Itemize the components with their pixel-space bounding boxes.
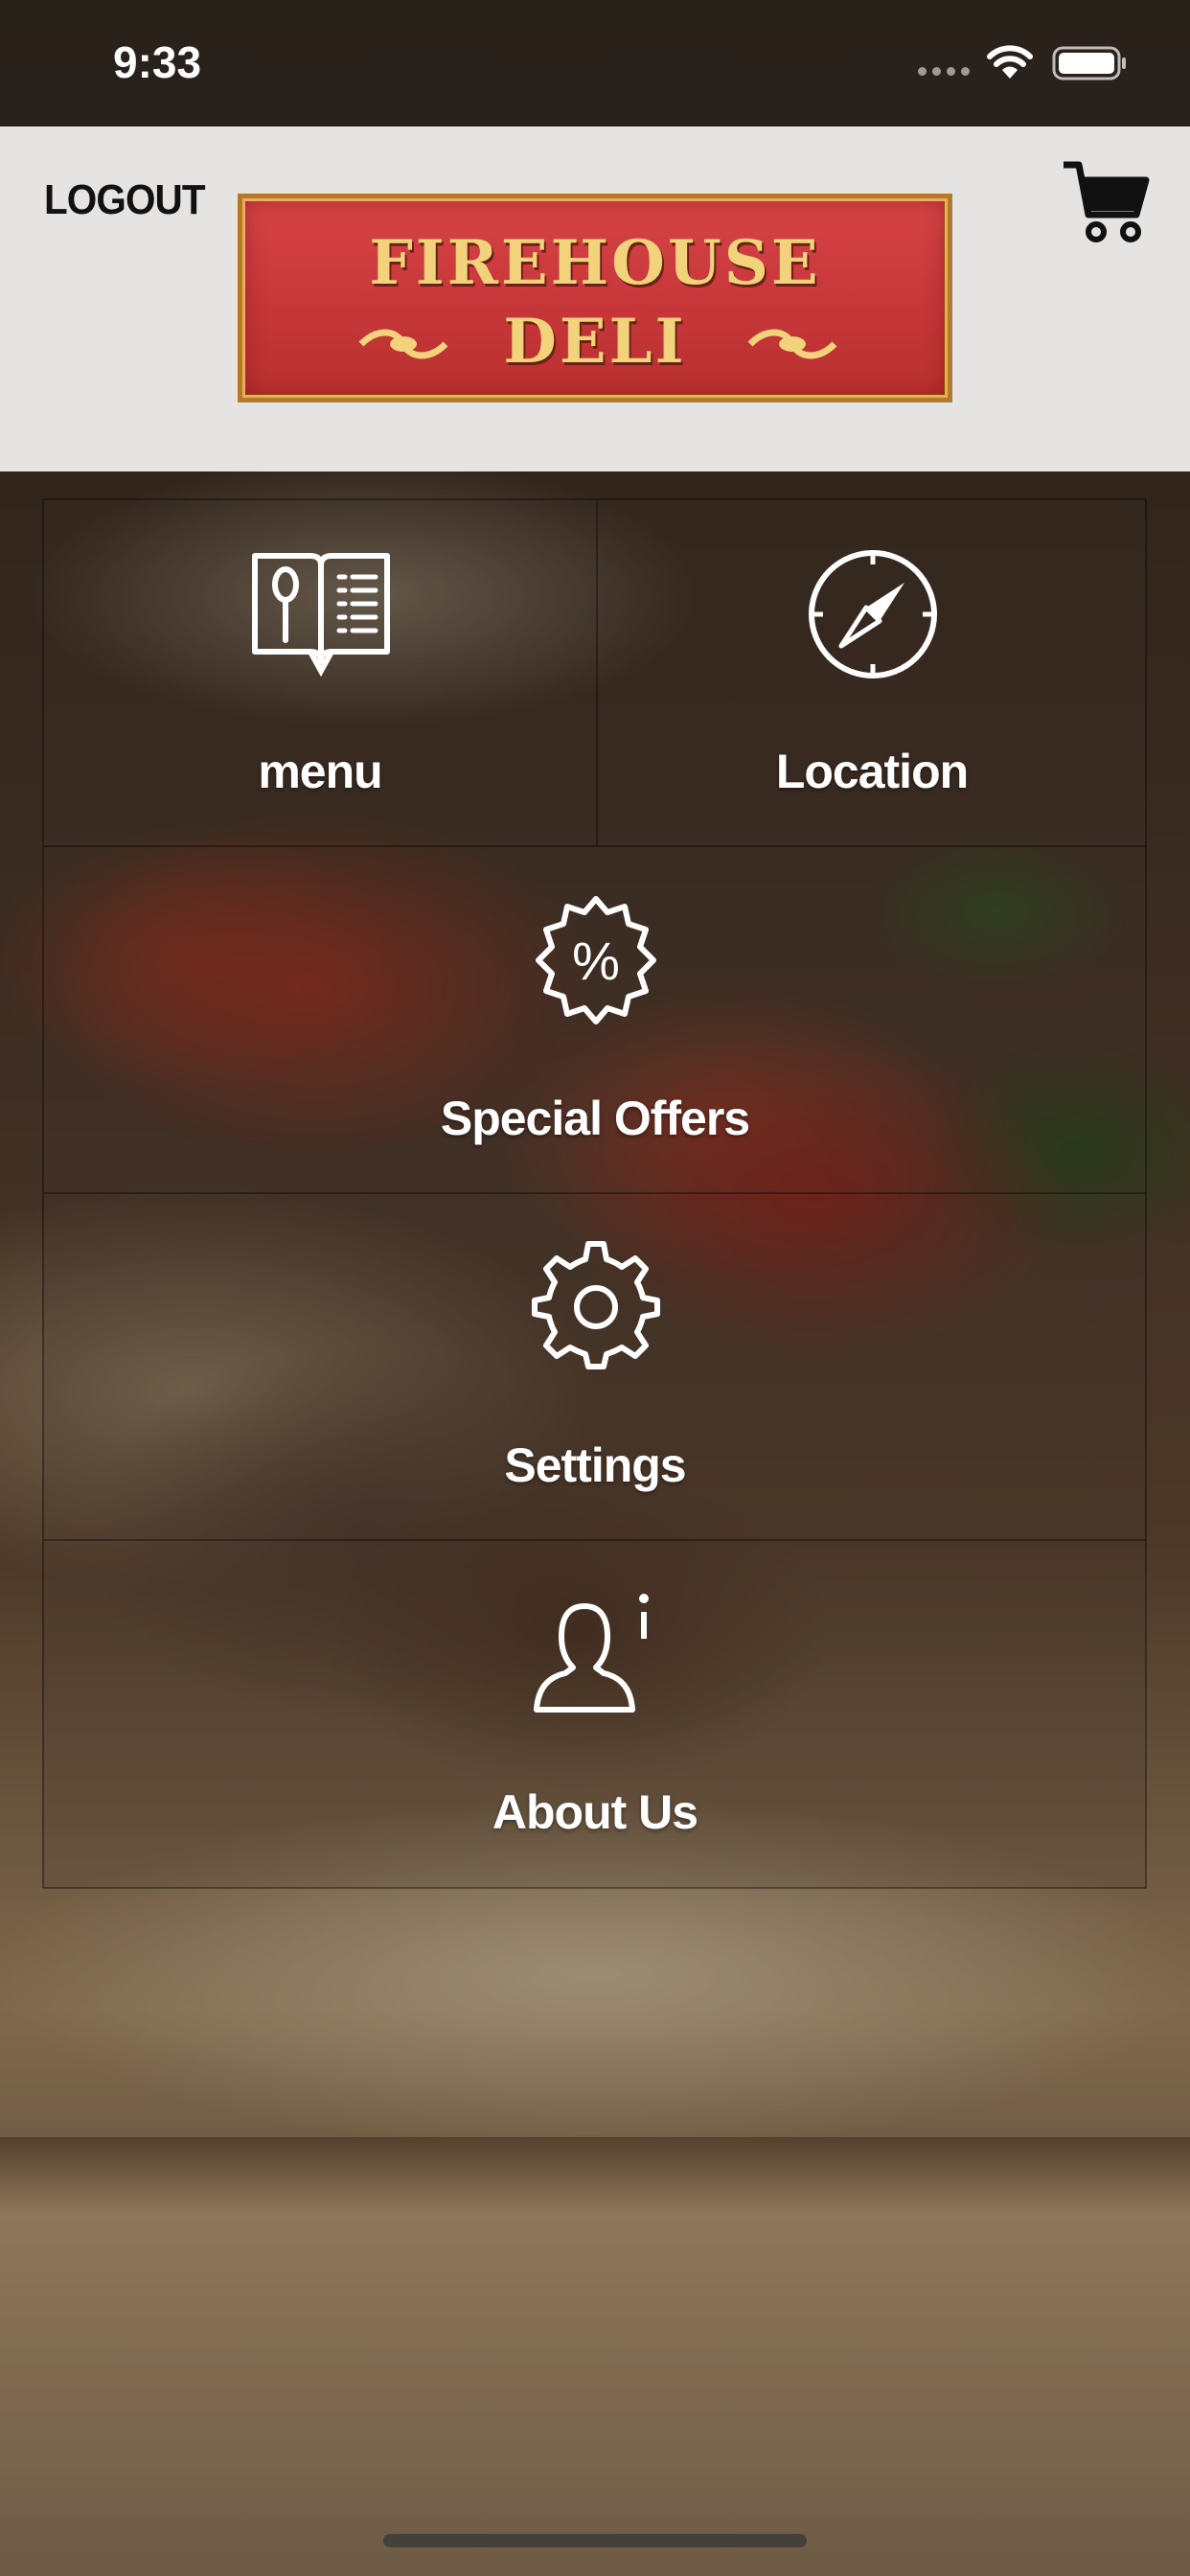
main-menu-grid: menu Location % Special Offers Settings — [42, 498, 1147, 1889]
tile-settings[interactable]: Settings — [43, 1193, 1147, 1540]
logo-text-line2: DELI — [503, 306, 687, 378]
status-time: 9:33 — [113, 37, 202, 87]
tile-about-us[interactable]: About Us — [43, 1540, 1147, 1889]
logout-button[interactable]: LOGOUT — [44, 176, 206, 224]
tile-label-about-us: About Us — [492, 1785, 698, 1839]
gear-icon — [532, 1241, 660, 1369]
firehouse-deli-logo: FIREHOUSE DELI — [238, 194, 952, 402]
tile-label-special-offers: Special Offers — [440, 1092, 750, 1145]
battery-icon — [1052, 46, 1126, 80]
home-indicator[interactable] — [383, 2534, 807, 2547]
cutting-board — [0, 2137, 1190, 2576]
wifi-icon — [987, 45, 1033, 79]
percent-badge-icon: % — [536, 896, 656, 1024]
tile-menu[interactable]: menu — [43, 499, 597, 846]
flourish-right-icon — [747, 329, 837, 359]
cellular-signal-icon — [918, 67, 970, 76]
tile-label-location: Location — [775, 745, 969, 798]
svg-text:%: % — [572, 931, 620, 991]
app-header: LOGOUT FIREHOUSE DELI — [0, 126, 1190, 472]
menu-book-icon — [252, 553, 390, 677]
compass-icon — [809, 550, 937, 678]
tile-label-settings: Settings — [504, 1438, 686, 1492]
tile-special-offers[interactable]: % Special Offers — [43, 846, 1147, 1193]
flourish-left-icon — [358, 329, 448, 359]
cart-icon[interactable] — [1060, 155, 1152, 247]
tile-label-menu: menu — [258, 745, 382, 798]
status-bar: 9:33 — [0, 0, 1190, 126]
tile-location[interactable]: Location — [597, 499, 1147, 846]
logo-text-line1: FIREHOUSE — [369, 227, 821, 299]
person-info-icon — [534, 1594, 649, 1713]
